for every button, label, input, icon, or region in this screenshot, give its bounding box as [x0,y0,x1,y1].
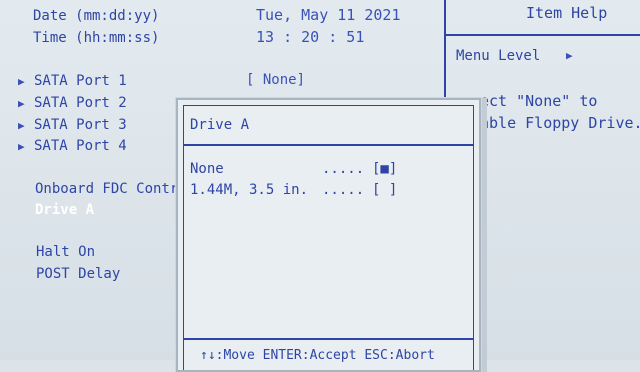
time-label: Time (hh:mm:ss) [33,30,160,46]
checkbox-icon: [ ] [372,182,398,198]
submenu-arrow-icon: ▶ [18,140,25,153]
submenu-arrow-icon: ▶ [18,119,25,132]
sata-port-4-item[interactable]: SATA Port 4 [34,138,127,154]
popup-title: Drive A [190,117,250,133]
option-label: None [190,161,224,177]
date-value[interactable]: Tue, May 11 2021 [256,6,401,24]
menu-level-label: Menu Level [456,48,541,64]
popup-footer-hint: ↑↓:Move ENTER:Accept ESC:Abort [200,348,435,363]
time-value[interactable]: 13 : 20 : 51 [256,28,364,46]
sata-port-1-value: [ None] [246,72,306,88]
halt-on-item[interactable]: Halt On [36,244,95,260]
date-label: Date (mm:dd:yy) [33,8,160,24]
bios-screen: Date (mm:dd:yy) Tue, May 11 2021 Time (h… [0,0,640,372]
selected-checkbox-icon: [■] [372,161,398,177]
sata-port-1-item[interactable]: SATA Port 1 [34,73,127,89]
menu-level-arrow-icon: ▶ [566,49,573,62]
option-label: 1.44M, 3.5 in. [190,182,309,198]
option-dots: ..... [322,161,365,177]
item-help-divider [444,34,640,36]
post-delay-item[interactable]: POST Delay [36,266,120,282]
onboard-fdc-item[interactable]: Onboard FDC Contr [35,181,178,197]
sata-port-2-item[interactable]: SATA Port 2 [34,95,127,111]
help-text-line-1: ect "None" to [480,92,598,110]
submenu-arrow-icon: ▶ [18,97,25,110]
popup-title-divider [183,144,474,146]
popup-footer-divider [183,338,474,340]
drive-a-item[interactable]: Drive A [35,202,94,218]
submenu-arrow-icon: ▶ [18,75,25,88]
item-help-title: Item Help [526,4,608,22]
drive-a-popup: Drive A None ..... [■] 1.44M, 3.5 in. ..… [176,98,481,372]
option-dots: ..... [322,182,365,198]
sata-port-3-item[interactable]: SATA Port 3 [34,117,127,133]
help-text-line-2: able Floppy Drive. [480,114,640,132]
